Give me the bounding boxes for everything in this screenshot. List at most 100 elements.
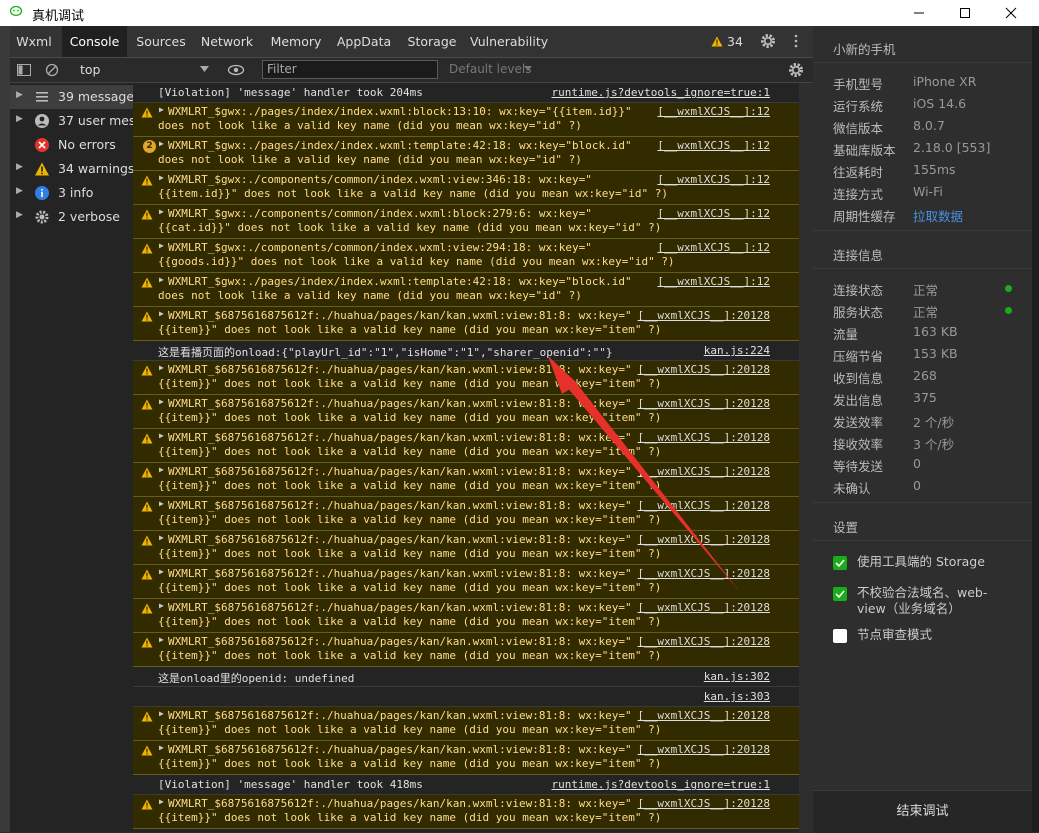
console-scrollbar[interactable] <box>799 83 813 832</box>
source-link[interactable]: [__wxmlXCJS__]:12 <box>657 105 770 118</box>
source-link[interactable]: runtime.js?devtools_ignore=true:1 <box>551 778 770 791</box>
source-link[interactable]: kan.js:303 <box>704 690 770 703</box>
log-message-line1: WXMLRT_$6875616875612f:./huahua/pages/ka… <box>168 567 632 580</box>
tab-console[interactable]: Console <box>62 26 127 57</box>
expand-arrow-icon[interactable]: ▶ <box>159 567 164 576</box>
source-link[interactable]: [__wxmlXCJS__]:20128 <box>638 363 770 376</box>
console-log[interactable]: [Violation] 'message' handler took 204ms… <box>133 83 799 832</box>
source-link[interactable]: [__wxmlXCJS__]:20128 <box>638 465 770 478</box>
close-button[interactable] <box>988 0 1034 26</box>
source-link[interactable]: [__wxmlXCJS__]:12 <box>657 241 770 254</box>
log-message-line2: {{item}}" does not look like a valid key… <box>158 479 662 492</box>
source-link[interactable]: [__wxmlXCJS__]:12 <box>657 173 770 186</box>
settings-gear-icon[interactable] <box>759 32 777 50</box>
sidebar-item-errors[interactable]: No errors <box>10 133 133 157</box>
expand-arrow-icon[interactable]: ▶ <box>159 431 164 440</box>
expand-arrow-icon[interactable]: ▶ <box>159 105 164 114</box>
tab-memory[interactable]: Memory <box>264 26 328 57</box>
log-message: [Violation] 'message' handler took 418ms <box>158 778 423 791</box>
info-key: 发出信息 <box>833 393 884 408</box>
sidebar-item-messages[interactable]: ▶ 39 messages <box>10 85 141 109</box>
divider <box>813 502 1032 503</box>
warning-icon <box>711 36 723 47</box>
source-link[interactable]: kan.js:302 <box>704 670 770 683</box>
clear-console-icon[interactable] <box>44 62 60 78</box>
status-ok-dot <box>1005 285 1012 292</box>
warning-icon <box>141 311 153 322</box>
expand-arrow-icon[interactable]: ▶ <box>159 709 164 718</box>
expand-arrow-icon[interactable]: ▶ <box>159 601 164 610</box>
minimize-button[interactable] <box>896 0 942 26</box>
checkbox-checked-icon <box>833 587 847 601</box>
divider <box>813 268 1032 269</box>
minimize-icon <box>914 12 924 14</box>
tab-sources[interactable]: Sources <box>130 26 192 57</box>
source-link[interactable]: [__wxmlXCJS__]:20128 <box>638 567 770 580</box>
log-message-line1: WXMLRT_$6875616875612f:./huahua/pages/ka… <box>168 601 632 614</box>
sidebar-item-user-messages[interactable]: ▶ 37 user mes... <box>10 109 147 133</box>
expand-arrow-icon[interactable]: ▶ <box>159 309 164 318</box>
expand-arrow-icon[interactable]: ▶ <box>159 139 164 148</box>
source-link[interactable]: [__wxmlXCJS__]:20128 <box>638 709 770 722</box>
maximize-icon <box>960 8 970 18</box>
context-select[interactable]: top <box>80 62 100 77</box>
sidebar-toggle-icon[interactable] <box>16 62 32 78</box>
expand-arrow-icon[interactable]: ▶ <box>159 207 164 216</box>
levels-select[interactable]: Default levels <box>449 62 531 76</box>
info-value: 0 <box>913 478 921 493</box>
maximize-button[interactable] <box>942 0 988 26</box>
end-debug-button[interactable]: 结束调试 <box>813 790 1032 833</box>
expand-arrow-icon[interactable]: ▶ <box>159 465 164 474</box>
expand-arrow-icon[interactable]: ▶ <box>159 363 164 372</box>
repeat-count-badge: 2 <box>143 140 156 153</box>
tab-wxml[interactable]: Wxml <box>10 26 58 57</box>
log-message-line2: {{item}}" does not look like a valid key… <box>158 757 662 770</box>
eye-icon[interactable] <box>227 62 245 78</box>
source-link[interactable]: [__wxmlXCJS__]:20128 <box>638 635 770 648</box>
info-row: 等待发送 0 <box>833 456 1023 478</box>
source-link[interactable]: [__wxmlXCJS__]:20128 <box>638 601 770 614</box>
source-link[interactable]: [__wxmlXCJS__]:20128 <box>638 743 770 756</box>
log-message-line1: WXMLRT_$gwx:./pages/index/index.wxml:tem… <box>168 275 632 288</box>
source-link[interactable]: [__wxmlXCJS__]:20128 <box>638 533 770 546</box>
log-message-line2: {{item}}" does not look like a valid key… <box>158 649 662 662</box>
pull-data-link[interactable]: 拉取数据 <box>913 206 963 225</box>
expand-arrow-icon[interactable]: ▶ <box>159 241 164 250</box>
tab-appdata[interactable]: AppData <box>333 26 395 57</box>
tab-vulnerability[interactable]: Vulnerability <box>470 26 548 57</box>
expand-arrow-icon[interactable]: ▶ <box>159 499 164 508</box>
sidebar-item-info[interactable]: ▶ 3 info <box>10 181 133 205</box>
console-settings-icon[interactable] <box>787 61 805 79</box>
sidebar-item-verbose[interactable]: ▶ 2 verbose <box>10 205 133 229</box>
expand-arrow-icon[interactable]: ▶ <box>159 173 164 182</box>
source-link[interactable]: kan.js:224 <box>704 344 770 357</box>
source-link[interactable]: [__wxmlXCJS__]:12 <box>657 207 770 220</box>
source-link[interactable]: [__wxmlXCJS__]:20128 <box>638 309 770 322</box>
source-link[interactable]: [__wxmlXCJS__]:12 <box>657 275 770 288</box>
expand-arrow-icon[interactable]: ▶ <box>159 275 164 284</box>
tab-storage[interactable]: Storage <box>403 26 461 57</box>
info-key: 服务状态 <box>833 305 884 320</box>
more-menu-icon[interactable] <box>787 32 805 50</box>
expand-arrow-icon[interactable]: ▶ <box>159 533 164 542</box>
connection-title: 连接信息 <box>833 248 884 263</box>
console-warning-row: ▶ WXMLRT_$6875616875612f:./huahua/pages/k… <box>133 707 799 741</box>
warning-icon <box>141 799 153 810</box>
source-link[interactable]: [__wxmlXCJS__]:20128 <box>638 397 770 410</box>
source-link[interactable]: [__wxmlXCJS__]:20128 <box>638 431 770 444</box>
filter-input[interactable]: Filter <box>262 60 438 79</box>
warning-counter[interactable]: 34 <box>711 34 743 49</box>
info-row: 压缩节省 153 KB <box>833 346 1023 368</box>
expand-arrow-icon[interactable]: ▶ <box>159 743 164 752</box>
source-link[interactable]: [__wxmlXCJS__]:12 <box>657 139 770 152</box>
expand-arrow-icon[interactable]: ▶ <box>159 635 164 644</box>
sidebar-item-warnings[interactable]: ▶ 34 warnings <box>10 157 134 181</box>
info-row: 未确认 0 <box>833 478 1023 500</box>
source-link[interactable]: [__wxmlXCJS__]:20128 <box>638 797 770 810</box>
source-link[interactable]: [__wxmlXCJS__]:20128 <box>638 499 770 512</box>
info-row: 服务状态 正常 <box>833 302 1023 324</box>
expand-arrow-icon[interactable]: ▶ <box>159 397 164 406</box>
source-link[interactable]: runtime.js?devtools_ignore=true:1 <box>551 86 770 99</box>
expand-arrow-icon[interactable]: ▶ <box>159 797 164 806</box>
tab-network[interactable]: Network <box>196 26 258 57</box>
